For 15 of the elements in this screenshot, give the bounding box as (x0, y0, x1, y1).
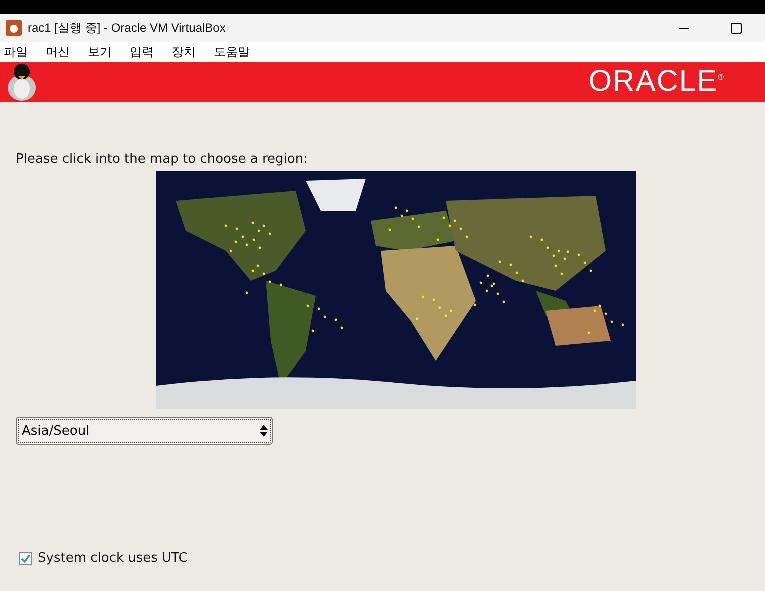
spinner-icon (260, 425, 268, 437)
menu-item[interactable]: 입력 (130, 44, 164, 60)
map-prompt: Please click into the map to choose a region: (16, 152, 308, 167)
utc-checkbox[interactable] (19, 552, 32, 565)
menu-item[interactable]: 장치 (172, 44, 206, 60)
menu-item[interactable]: 머신 (46, 44, 80, 60)
maximize-icon[interactable] (730, 22, 742, 34)
window-title: rac1 [실행 중] - Oracle VM VirtualBox (28, 20, 227, 36)
timezone-select[interactable]: Asia/Seoul (16, 417, 273, 445)
app-icon (6, 20, 22, 36)
utc-label: System clock uses UTC (38, 551, 188, 566)
menu-item[interactable]: 보기 (88, 44, 122, 60)
menu-item[interactable]: 파일 (4, 44, 38, 60)
oracle-logo: ORACLE$^{®}$ (588, 65, 725, 99)
menu-item[interactable]: 도움말 (214, 44, 260, 60)
